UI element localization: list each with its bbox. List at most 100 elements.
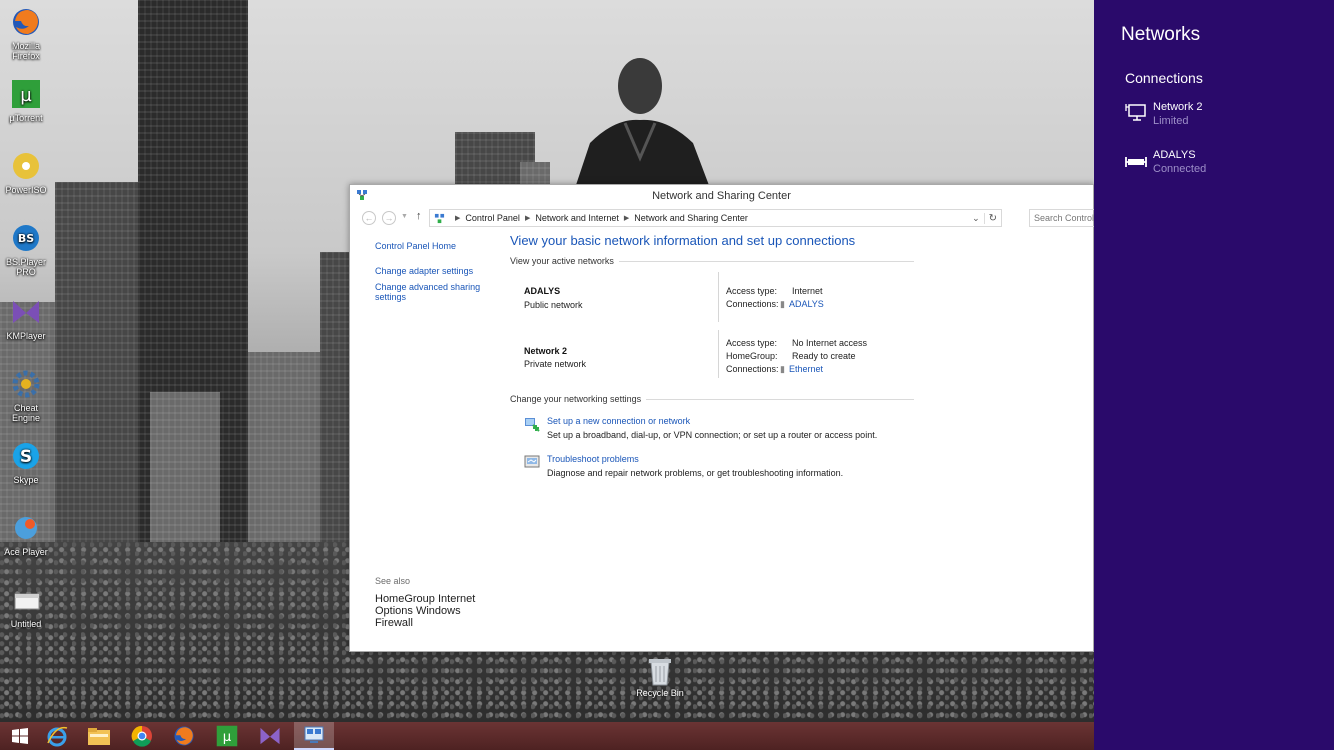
window-titlebar[interactable]: Network and Sharing Center	[350, 185, 1093, 207]
start-button[interactable]	[0, 722, 40, 750]
back-button[interactable]: ←	[362, 211, 376, 225]
desktop-icon-untitled[interactable]: Untitled	[2, 584, 50, 629]
breadcrumb-network-and-internet[interactable]: Network and Internet	[535, 213, 619, 223]
breadcrumb-separator[interactable]: ▶	[624, 214, 629, 222]
firefox-icon	[10, 6, 42, 38]
connection-status: Connected	[1153, 163, 1207, 175]
breadcrumb-control-panel[interactable]: Control Panel	[465, 213, 520, 223]
connection-item-network-2[interactable]: Network 2 Limited	[1125, 101, 1325, 137]
svg-text:µ: µ	[223, 730, 232, 745]
change-settings-section-header: Change your networking settings	[510, 394, 914, 404]
recycle-bin[interactable]: Recycle Bin	[632, 656, 688, 698]
active-networks-section-header: View your active networks	[510, 256, 914, 266]
refresh-icon[interactable]: ↻	[983, 212, 1001, 224]
kmplayer-icon	[10, 296, 42, 328]
connection-name: Network 2	[1153, 101, 1203, 113]
breadcrumb-separator[interactable]: ▶	[525, 214, 530, 222]
access-type-value: No Internet access	[792, 338, 868, 348]
connections-label: Connections:	[726, 364, 779, 374]
connection-adalys[interactable]: ▮ ADALYS	[780, 299, 824, 310]
change-advanced-sharing-settings-link[interactable]: Change advanced sharing settings	[375, 282, 485, 302]
desktop-icon-label: BS.Player PRO	[5, 257, 47, 277]
up-button[interactable]: ↑	[416, 210, 422, 222]
troubleshoot-icon	[524, 455, 540, 468]
desktop-icon-label: Mozilla Firefox	[11, 41, 40, 61]
network-sharing-center-window: Network and Sharing Center ← → ▼ ↑ ▶ Con…	[349, 184, 1099, 652]
see-also-header: See also	[375, 576, 411, 586]
file-explorer-icon	[88, 728, 110, 745]
connections-header: Connections	[1125, 70, 1203, 86]
skype-icon: S	[10, 440, 42, 472]
svg-text:µ: µ	[20, 85, 32, 106]
connection-ethernet[interactable]: ▮ Ethernet	[780, 364, 823, 375]
access-type-label: Access type:	[726, 338, 778, 348]
section-divider	[618, 260, 914, 262]
taskbar-kmplayer[interactable]	[250, 722, 290, 750]
new-connection-icon	[525, 418, 540, 432]
control-panel-icon	[434, 213, 445, 223]
desktop-icon-label: KMPlayer	[6, 331, 46, 341]
desktop-icon-ace-player[interactable]: Ace Player	[2, 512, 50, 557]
poweriso-icon	[10, 150, 42, 182]
task-description: Diagnose and repair network problems, or…	[547, 468, 844, 478]
change-adapter-settings-link[interactable]: Change adapter settings	[375, 266, 495, 276]
taskbar-utorrent[interactable]: µ	[207, 722, 247, 750]
network-type: Public network	[524, 300, 583, 310]
connections-label: Connections:	[726, 299, 779, 309]
active-networks-header-label: View your active networks	[510, 256, 614, 266]
desktop-icon-label: µTorrent	[9, 113, 43, 123]
connection-item-adalys[interactable]: ADALYS Connected	[1125, 149, 1325, 185]
network-center-icon	[304, 726, 324, 743]
network-type: Private network	[524, 359, 587, 369]
utorrent-icon: µ	[216, 725, 238, 747]
networks-charm-panel: Networks Connections Network 2 Limited A…	[1094, 0, 1334, 750]
homegroup-link[interactable]: HomeGroup	[375, 593, 435, 605]
access-type-value: Internet	[792, 286, 823, 296]
divider	[718, 272, 719, 322]
window-title: Network and Sharing Center	[652, 190, 791, 202]
taskbar-network-center[interactable]	[294, 722, 334, 750]
wired-network-icon	[1125, 104, 1146, 121]
desktop-icon-label: Ace Player	[4, 547, 48, 557]
divider	[718, 330, 719, 378]
desktop-icon-label: Untitled	[10, 619, 42, 629]
internet-explorer-icon	[47, 726, 68, 747]
taskbar-firefox[interactable]	[164, 722, 204, 750]
desktop-icon-poweriso[interactable]: PowerISO	[2, 150, 50, 195]
breadcrumb-network-and-sharing-center[interactable]: Network and Sharing Center	[634, 213, 748, 223]
desktop-icon-firefox[interactable]: Mozilla Firefox	[2, 6, 50, 61]
address-bar[interactable]: ▶ Control Panel ▶ Network and Internet ▶…	[429, 209, 1002, 227]
desktop-icon-kmplayer[interactable]: KMPlayer	[2, 296, 50, 341]
see-also-section: See also HomeGroup Internet Options Wind…	[375, 576, 495, 629]
control-panel-home-link[interactable]: Control Panel Home	[375, 241, 495, 251]
desktop-icon-label: Skype	[13, 475, 39, 485]
page-heading: View your basic network information and …	[510, 233, 856, 248]
desktop-icon-utorrent[interactable]: µ µTorrent	[2, 78, 50, 123]
utorrent-icon: µ	[10, 78, 42, 110]
homegroup-ready-to-create-link[interactable]: Ready to create	[792, 351, 856, 361]
runner-photo	[575, 58, 710, 188]
desktop-icon-cheat-engine[interactable]: Cheat Engine	[2, 368, 50, 423]
cellular-signal-icon: ▮	[780, 299, 785, 309]
section-divider	[646, 398, 914, 400]
setup-new-connection-link[interactable]: Set up a new connection or network	[547, 416, 690, 426]
breadcrumb-separator[interactable]: ▶	[455, 214, 460, 222]
taskbar-internet-explorer[interactable]	[37, 722, 77, 750]
troubleshoot-problems-link[interactable]: Troubleshoot problems	[547, 454, 639, 464]
network-block-network-2: Network 2 Private network Access type: N…	[510, 330, 914, 394]
task-description: Set up a broadband, dial-up, or VPN conn…	[547, 430, 878, 440]
forward-button[interactable]: →	[382, 211, 396, 225]
taskbar-file-explorer[interactable]	[79, 722, 119, 750]
taskbar: µ	[0, 722, 1094, 750]
connection-adalys-link[interactable]: ADALYS	[789, 299, 824, 309]
search-input[interactable]: Search Control Panel	[1029, 209, 1099, 227]
recent-locations-dropdown-icon[interactable]: ▼	[401, 213, 408, 220]
desktop-icon-bsplayer[interactable]: BS BS.Player PRO	[2, 222, 50, 277]
desktop-icon-label: Cheat Engine	[11, 403, 41, 423]
address-history-chevron-icon[interactable]: ⌄	[972, 213, 980, 224]
charm-title: Networks	[1121, 24, 1201, 45]
connection-ethernet-link[interactable]: Ethernet	[789, 364, 823, 374]
network-name: Network 2	[524, 346, 568, 356]
desktop-icon-skype[interactable]: S Skype	[2, 440, 50, 485]
taskbar-chrome[interactable]	[122, 722, 162, 750]
